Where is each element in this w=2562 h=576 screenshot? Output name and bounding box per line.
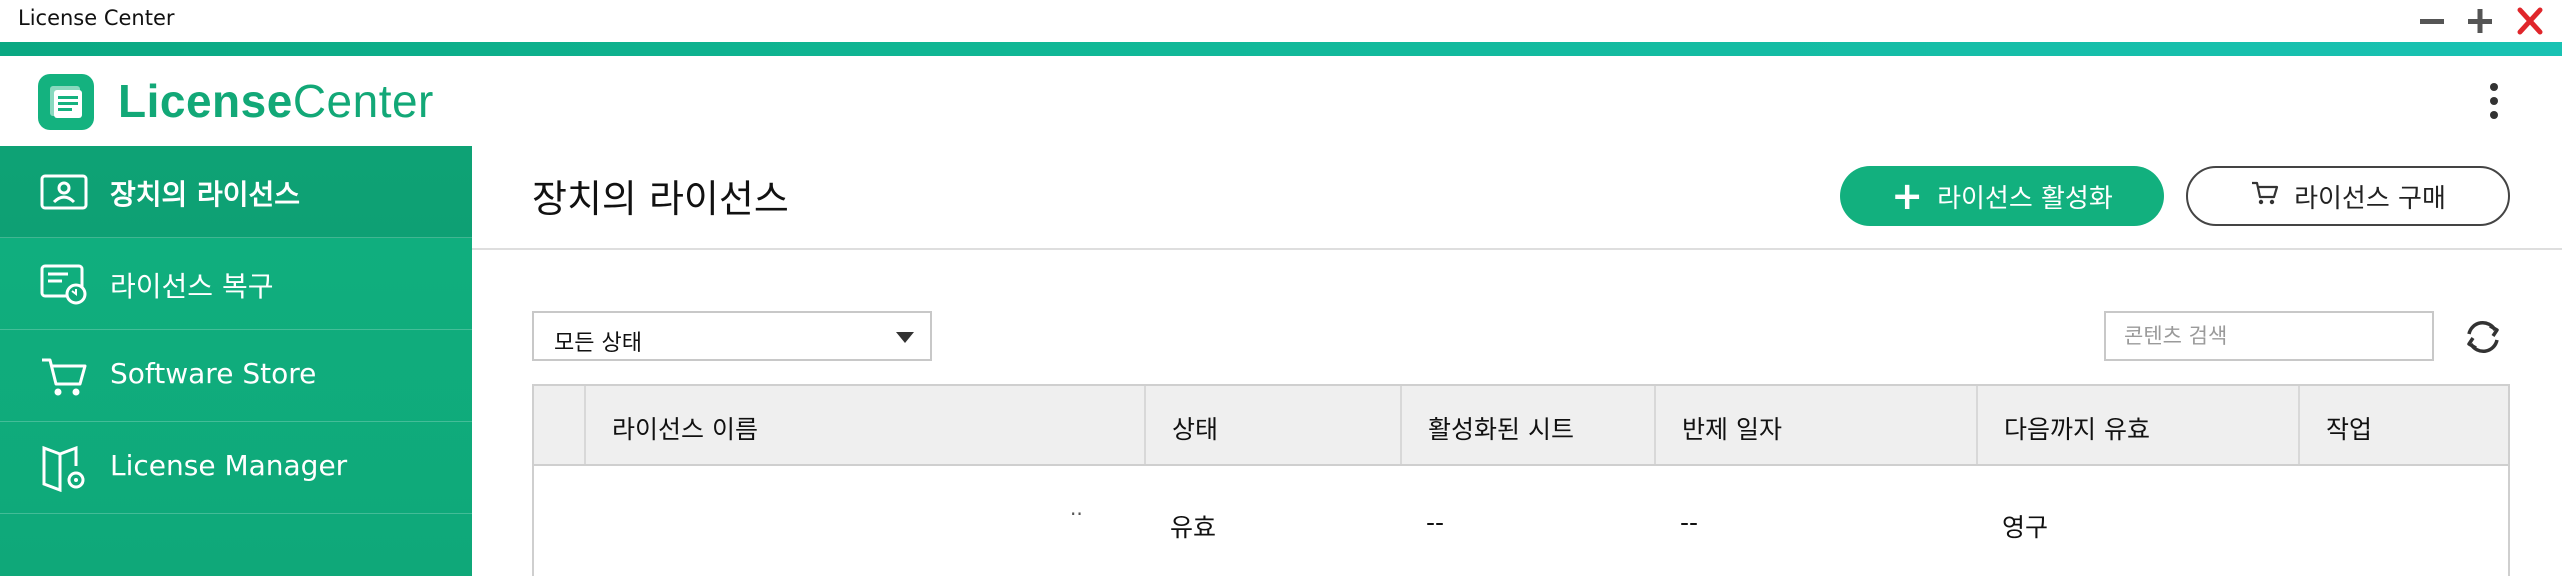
sidebar-item-device-licenses[interactable]: 장치의 라이선스 — [0, 146, 472, 238]
plus-icon: + — [1891, 174, 1924, 218]
sidebar-item-license-manager[interactable]: License Manager — [0, 422, 472, 514]
license-center-logo-icon — [38, 74, 94, 130]
sidebar: 장치의 라이선스 라이선스 복구 Software Store License … — [0, 146, 472, 576]
sidebar-item-label: 장치의 라이선스 — [110, 178, 301, 211]
minimize-icon[interactable] — [2414, 4, 2450, 38]
license-manager-icon — [38, 444, 90, 493]
valid-until-cell: 영구 — [2002, 513, 2049, 542]
logo-light-text: Center — [292, 75, 434, 127]
license-restore-icon — [38, 260, 90, 308]
sidebar-item-license-restore[interactable]: 라이선스 복구 — [0, 238, 472, 330]
status-filter-select[interactable]: 모든 상태 — [532, 311, 932, 361]
cart-icon — [38, 352, 90, 400]
column-header-activated-seats[interactable]: 활성화된 시트 — [1400, 386, 1654, 464]
column-header-status[interactable]: 상태 — [1144, 386, 1400, 464]
header-divider — [472, 248, 2562, 250]
chevron-down-icon — [896, 332, 914, 343]
window-titlebar: License Center — [0, 0, 2562, 42]
accent-bar — [0, 42, 2562, 56]
sidebar-item-label: 라이선스 복구 — [110, 270, 274, 303]
window-title: License Center — [18, 6, 175, 30]
activate-license-button[interactable]: + 라이선스 활성화 — [1840, 166, 2164, 226]
kebab-menu-icon[interactable] — [2476, 80, 2512, 124]
status-filter-value: 모든 상태 — [554, 331, 642, 356]
column-header-actions: 작업 — [2298, 386, 2508, 464]
page-title: 장치의 라이선스 — [532, 177, 789, 221]
license-table: 라이선스 이름 상태 활성화된 시트 반제 일자 다음까지 유효 작업 ·· 유… — [532, 384, 2510, 576]
sidebar-item-label: License Manager — [110, 449, 348, 482]
app-header: LicenseCenter — [0, 56, 2562, 146]
app-logo-text: LicenseCenter — [118, 74, 434, 128]
status-cell: 유효 — [1170, 513, 1217, 542]
select-column-header — [534, 386, 584, 464]
table-header: 라이선스 이름 상태 활성화된 시트 반제 일자 다음까지 유효 작업 — [534, 386, 2508, 466]
column-header-refund-date[interactable]: 반제 일자 — [1654, 386, 1976, 464]
buy-license-button[interactable]: 라이선스 구매 — [2186, 166, 2510, 226]
sidebar-item-software-store[interactable]: Software Store — [0, 330, 472, 422]
column-header-license-name[interactable]: 라이선스 이름 — [584, 386, 1144, 464]
search-input[interactable] — [2104, 311, 2434, 361]
refund-date-cell: -- — [1680, 508, 1699, 537]
sidebar-item-label: Software Store — [110, 357, 317, 390]
activate-license-label: 라이선스 활성화 — [1937, 183, 2113, 214]
close-icon[interactable] — [2512, 4, 2548, 38]
logo-bold-text: License — [118, 75, 293, 127]
activated-seats-cell: -- — [1426, 508, 1445, 537]
column-header-valid-until[interactable]: 다음까지 유효 — [1976, 386, 2298, 464]
buy-license-label: 라이선스 구매 — [2294, 183, 2446, 214]
license-name-cell: ·· — [1070, 502, 1083, 526]
device-license-icon — [38, 168, 90, 216]
refresh-icon[interactable] — [2460, 314, 2506, 360]
cart-icon — [2250, 179, 2280, 214]
maximize-icon[interactable] — [2462, 4, 2498, 38]
